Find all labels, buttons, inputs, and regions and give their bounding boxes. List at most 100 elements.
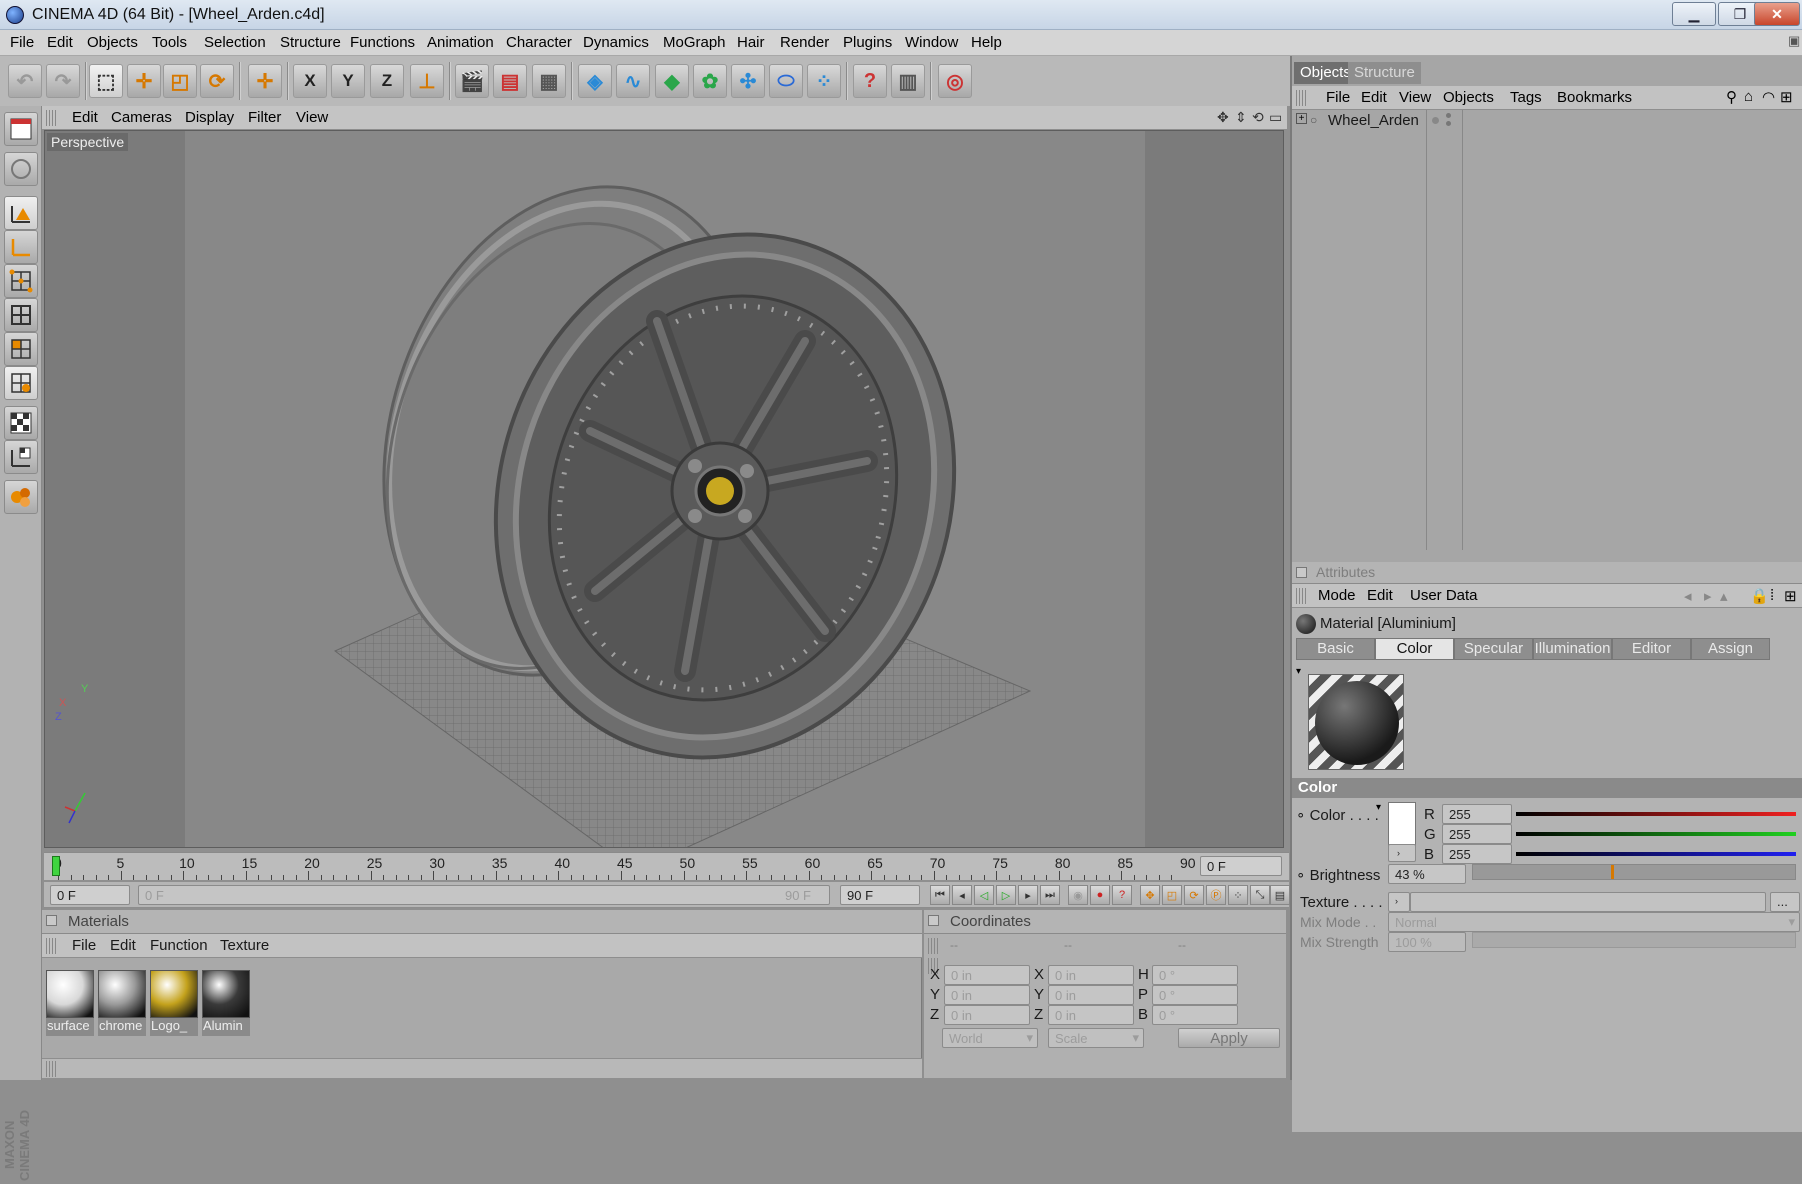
sculpt-mode-icon[interactable] bbox=[4, 480, 38, 514]
recent-tool-icon[interactable]: ✛ bbox=[248, 64, 282, 98]
timeline-ruler[interactable]: 051015202530354045505560657075808590 bbox=[44, 852, 1289, 880]
viewport-menu-display[interactable]: Display bbox=[185, 109, 234, 126]
objects-menu-tags[interactable]: Tags bbox=[1510, 89, 1542, 106]
key-position-icon[interactable]: ✥ bbox=[1140, 885, 1160, 905]
viewport-menu-cameras[interactable]: Cameras bbox=[111, 109, 172, 126]
play-reverse-icon[interactable]: ◁ bbox=[974, 885, 994, 905]
texture-load-button[interactable]: › bbox=[1388, 892, 1410, 912]
undo-icon[interactable]: ↶ bbox=[8, 64, 42, 98]
array-icon[interactable]: ✿ bbox=[693, 64, 727, 98]
menu-mograph[interactable]: MoGraph bbox=[663, 34, 726, 51]
eye-icon[interactable]: ◠ bbox=[1762, 88, 1775, 106]
scene-icon[interactable]: ⬭ bbox=[769, 64, 803, 98]
render-picture-viewer-icon[interactable]: ▤ bbox=[493, 64, 527, 98]
objects-menu-edit[interactable]: Edit bbox=[1361, 89, 1387, 106]
workplane-mode-icon[interactable] bbox=[4, 440, 38, 474]
cube-primitive-icon[interactable]: ◈ bbox=[578, 64, 612, 98]
material-item[interactable]: Alumin bbox=[202, 970, 250, 1040]
polygons-mode-icon[interactable] bbox=[4, 332, 38, 366]
nurbs-icon[interactable]: ◆ bbox=[655, 64, 689, 98]
close-button[interactable]: ✕ bbox=[1754, 2, 1800, 26]
edges-mode-icon[interactable] bbox=[4, 298, 38, 332]
coord-value-field[interactable]: 0 ° bbox=[1152, 1005, 1238, 1025]
coord-value-field[interactable]: 0 in bbox=[1048, 985, 1134, 1005]
web-icon[interactable]: ◎ bbox=[938, 64, 972, 98]
tree-item-wheel-arden[interactable]: + ○ Wheel_Arden bbox=[1292, 110, 1802, 132]
material-item[interactable]: surface bbox=[46, 970, 94, 1040]
viewport-zoom-icon[interactable]: ⇕ bbox=[1235, 109, 1247, 126]
objects-menu-objects[interactable]: Objects bbox=[1443, 89, 1494, 106]
points-mode-icon[interactable] bbox=[4, 264, 38, 298]
render-settings-icon[interactable]: ▦ bbox=[532, 64, 566, 98]
up-arrow-icon[interactable]: ▴ bbox=[1720, 587, 1728, 605]
g-value-field[interactable]: 255 bbox=[1442, 824, 1512, 844]
tab-structure[interactable]: Structure bbox=[1348, 62, 1421, 84]
key-pla-icon[interactable]: ⁘ bbox=[1228, 885, 1248, 905]
interpolation-icon[interactable]: ⤡ bbox=[1250, 885, 1270, 905]
material-item[interactable]: Logo_ bbox=[150, 970, 198, 1040]
objects-menu-bookmarks[interactable]: Bookmarks bbox=[1557, 89, 1632, 106]
menu-animation[interactable]: Animation bbox=[427, 34, 494, 51]
viewport-move-icon[interactable]: ✥ bbox=[1217, 109, 1229, 126]
viewport-menu-filter[interactable]: Filter bbox=[248, 109, 281, 126]
redo-icon[interactable]: ↷ bbox=[46, 64, 80, 98]
render-view-icon[interactable]: 🎬 bbox=[455, 64, 489, 98]
tab-color[interactable]: Color bbox=[1375, 638, 1454, 660]
coord-value-field[interactable]: 0 in bbox=[1048, 965, 1134, 985]
menu-structure[interactable]: Structure bbox=[280, 34, 341, 51]
coord-value-field[interactable]: 0 in bbox=[944, 965, 1030, 985]
prev-key-icon[interactable]: ◂ bbox=[952, 885, 972, 905]
material-preview[interactable] bbox=[1308, 674, 1404, 770]
coord-apply-button[interactable]: Apply bbox=[1178, 1028, 1280, 1048]
key-scale-icon[interactable]: ◰ bbox=[1162, 885, 1182, 905]
tab-basic[interactable]: Basic bbox=[1296, 638, 1375, 660]
current-frame-field[interactable]: 0 F bbox=[1200, 856, 1282, 876]
menu-hair[interactable]: Hair bbox=[737, 34, 765, 51]
goto-start-icon[interactable]: ⏮ bbox=[930, 885, 950, 905]
attributes-menu-userdata[interactable]: User Data bbox=[1410, 587, 1478, 604]
objects-menu-file[interactable]: File bbox=[1326, 89, 1350, 106]
animation-mode-icon[interactable] bbox=[4, 366, 38, 400]
auto-key-icon[interactable]: ● bbox=[1090, 885, 1110, 905]
minimize-button[interactable]: ▁ bbox=[1672, 2, 1716, 26]
axis-x-button[interactable]: X bbox=[293, 64, 327, 98]
tab-assign[interactable]: Assign bbox=[1691, 638, 1770, 660]
coord-value-field[interactable]: 0 in bbox=[944, 985, 1030, 1005]
menu-window[interactable]: Window bbox=[905, 34, 958, 51]
r-slider[interactable] bbox=[1516, 812, 1796, 816]
brightness-slider[interactable] bbox=[1472, 864, 1796, 880]
objects-menu-view[interactable]: View bbox=[1399, 89, 1431, 106]
menu-dynamics[interactable]: Dynamics bbox=[583, 34, 649, 51]
scale-icon[interactable]: ◰ bbox=[163, 64, 197, 98]
tab-specular[interactable]: Specular bbox=[1454, 638, 1533, 660]
goto-end-icon[interactable]: ⏭ bbox=[1040, 885, 1060, 905]
deformer-icon[interactable]: ✣ bbox=[731, 64, 765, 98]
object-mode-icon[interactable] bbox=[4, 152, 38, 186]
viewport-maximize-icon[interactable]: ▭ bbox=[1269, 109, 1282, 126]
color-mode-arrow[interactable]: ▾ bbox=[1376, 802, 1381, 813]
panel-expand-icon[interactable]: ⊞ bbox=[1780, 88, 1793, 106]
record-keys-icon[interactable]: ◉ bbox=[1068, 885, 1088, 905]
search-icon[interactable]: ⚲ bbox=[1726, 88, 1737, 106]
perspective-viewport[interactable]: Perspective Y X Z bbox=[44, 130, 1284, 848]
coord-value-field[interactable]: 0 in bbox=[1048, 1005, 1134, 1025]
lock-icon[interactable]: 🔒 bbox=[1750, 587, 1769, 605]
coordinate-system-icon[interactable]: ⊥ bbox=[410, 64, 444, 98]
viewport-rotate-icon[interactable]: ⟲ bbox=[1252, 109, 1264, 126]
menu-selection[interactable]: Selection bbox=[204, 34, 266, 51]
attributes-menu-mode[interactable]: Mode bbox=[1318, 587, 1356, 604]
coord-value-field[interactable]: 0 ° bbox=[1152, 965, 1238, 985]
axis-z-button[interactable]: Z bbox=[370, 64, 404, 98]
texture-browse-button[interactable]: ... bbox=[1770, 892, 1800, 912]
viewport-menu-edit[interactable]: Edit bbox=[72, 109, 98, 126]
spline-icon[interactable]: ∿ bbox=[616, 64, 650, 98]
end-frame-field[interactable]: 90 F bbox=[840, 885, 920, 905]
color-picker-toggle[interactable]: › bbox=[1388, 844, 1416, 862]
preview-range-slider[interactable]: 0 F 90 F bbox=[138, 885, 830, 905]
keyframe-help-icon[interactable]: ? bbox=[1112, 885, 1132, 905]
back-arrow-icon[interactable]: ◂ bbox=[1684, 587, 1692, 605]
attributes-menu-edit[interactable]: Edit bbox=[1367, 587, 1393, 604]
visibility-render-dot[interactable] bbox=[1446, 113, 1451, 118]
timeline-menu-icon[interactable]: ▤ bbox=[1270, 885, 1290, 905]
menu-plugins[interactable]: Plugins bbox=[843, 34, 892, 51]
